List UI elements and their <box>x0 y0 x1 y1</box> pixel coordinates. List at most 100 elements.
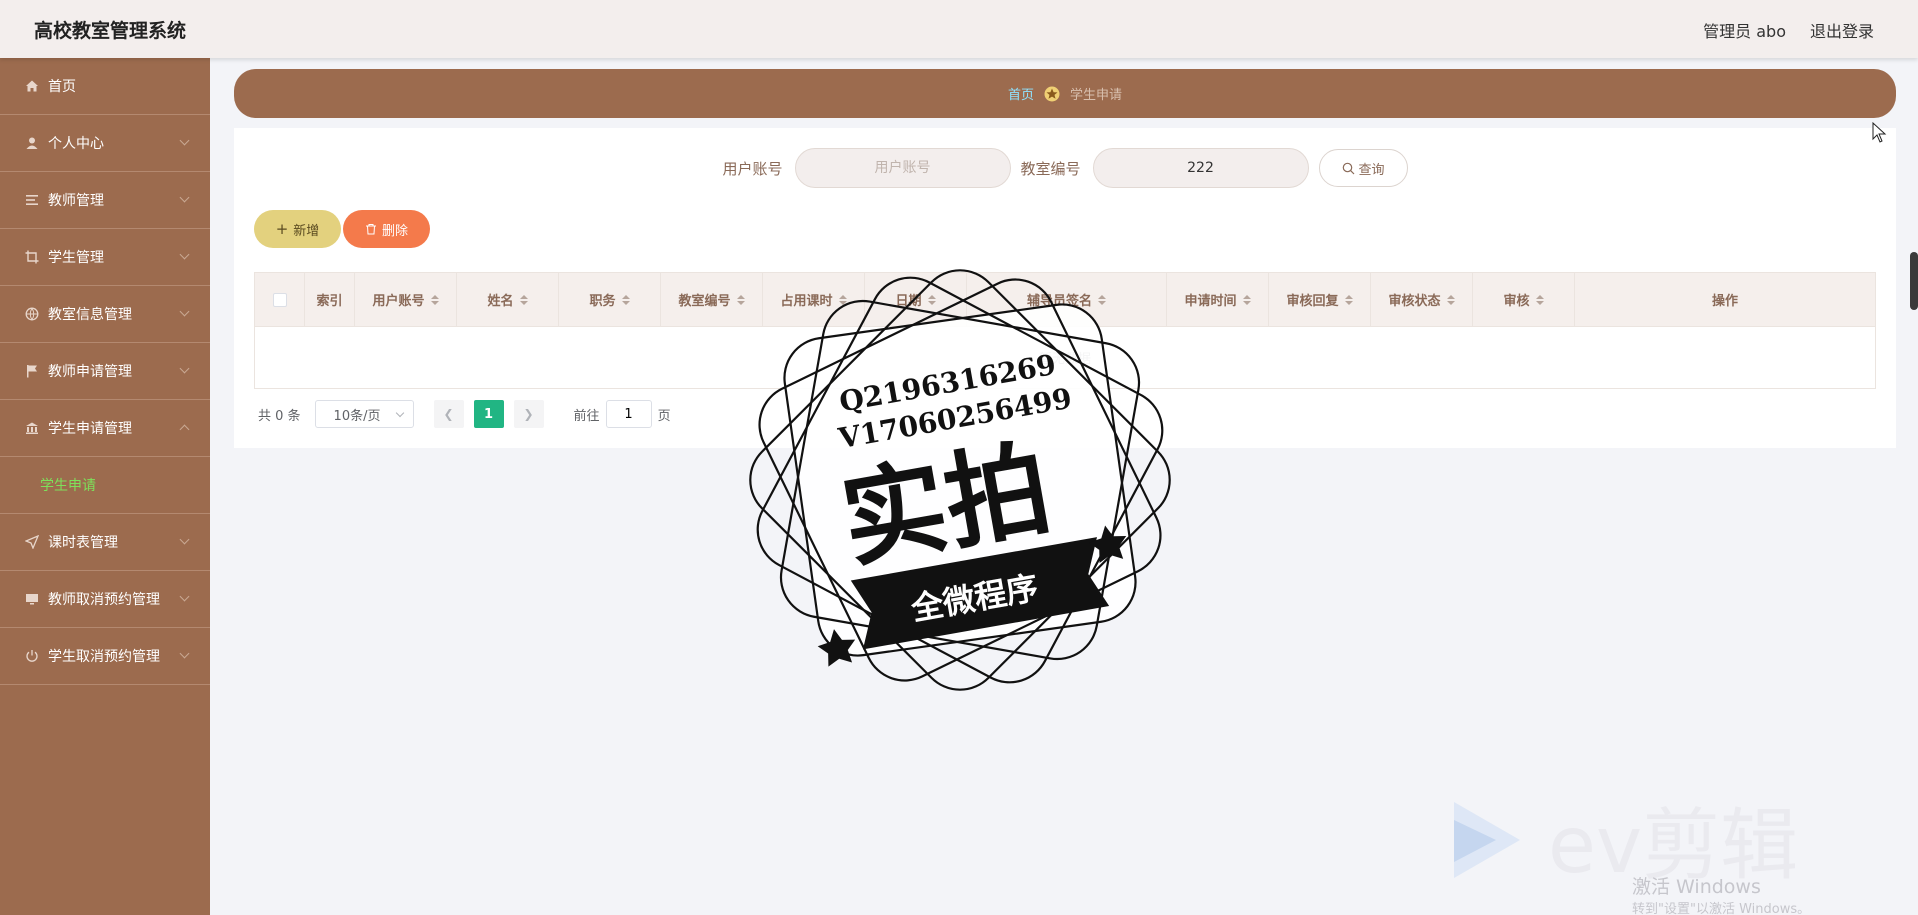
sidebar-item-label: 学生取消预约管理 <box>48 649 160 665</box>
top-header: 高校教室管理系统 管理员 abo 退出登录 <box>0 0 1918 58</box>
scrollbar-thumb[interactable] <box>1910 252 1918 310</box>
sidebar-item-label: 教师管理 <box>48 193 104 209</box>
chevron-down-icon <box>179 648 190 659</box>
chevron-down-icon <box>179 249 190 260</box>
sidebar-item-label: 个人中心 <box>48 136 104 152</box>
sidebar-item-student-application[interactable]: 学生申请管理 <box>0 400 210 457</box>
data-table: 索引 用户账号 姓名 职务 教室编号 占用课时 日期 辅导员签名 申请时间 审核… <box>254 272 1876 389</box>
chevron-up-icon <box>179 424 190 435</box>
sidebar-item-classroom-info[interactable]: 教室信息管理 <box>0 286 210 343</box>
chevron-down-icon <box>395 408 404 418</box>
user-icon <box>24 135 40 151</box>
sort-icon[interactable] <box>1098 294 1106 305</box>
sidebar-item-label: 学生申请管理 <box>48 421 132 437</box>
send-icon <box>24 534 40 550</box>
sort-icon[interactable] <box>1242 294 1251 305</box>
goto-page-input[interactable] <box>605 400 652 428</box>
breadcrumb-home[interactable]: 首页 <box>1008 84 1034 103</box>
sidebar-item-timetable[interactable]: 课时表管理 <box>0 514 210 571</box>
column-header[interactable]: 审核回复 <box>1269 272 1371 327</box>
column-header: 索引 <box>305 272 355 327</box>
room-label: 教室编号 <box>1020 159 1081 178</box>
star-icon <box>1044 86 1060 101</box>
sort-icon[interactable] <box>1446 294 1455 305</box>
current-page[interactable]: 1 <box>473 400 504 428</box>
add-label: 新增 <box>293 223 320 239</box>
app-title: 高校教室管理系统 <box>34 20 187 42</box>
sidebar-item-label: 教室信息管理 <box>48 307 132 323</box>
plus-icon: + <box>275 220 289 238</box>
globe-icon <box>24 306 40 322</box>
room-input[interactable] <box>1092 148 1309 188</box>
column-header[interactable]: 用户账号 <box>355 272 457 327</box>
chevron-down-icon <box>179 534 190 545</box>
delete-button[interactable]: 删除 <box>343 210 430 248</box>
add-button[interactable]: + 新增 <box>254 210 341 248</box>
column-header[interactable]: 教室编号 <box>661 272 763 327</box>
breadcrumb-current: 学生申请 <box>1070 88 1123 103</box>
sort-icon[interactable] <box>838 294 847 305</box>
sort-icon[interactable] <box>736 294 745 305</box>
chevron-down-icon <box>179 591 190 602</box>
bank-icon <box>24 420 40 436</box>
page-size-select[interactable]: 10条/页 <box>314 400 414 428</box>
sidebar-item-teacher-cancel[interactable]: 教师取消预约管理 <box>0 571 210 628</box>
sidebar-item-student-management[interactable]: 学生管理 <box>0 229 210 286</box>
sort-icon[interactable] <box>1344 294 1353 305</box>
sidebar-item-teacher-application[interactable]: 教师申请管理 <box>0 343 210 400</box>
empty-state: 暂无数据 <box>1038 352 1091 367</box>
flag-icon <box>24 363 40 379</box>
chevron-down-icon <box>179 306 190 317</box>
prev-page-button[interactable]: ❮ <box>433 400 464 428</box>
sort-icon[interactable] <box>927 294 936 305</box>
monitor-icon <box>24 591 40 607</box>
total-count: 共 0 条 <box>258 408 301 424</box>
sort-icon[interactable] <box>519 294 528 305</box>
stamp-main: 实拍 <box>833 427 1059 583</box>
page-size-value: 10条/页 <box>333 408 381 424</box>
sidebar-item-home[interactable]: 首页 <box>0 58 210 115</box>
column-header[interactable]: 审核状态 <box>1371 272 1473 327</box>
column-header[interactable]: 申请时间 <box>1167 272 1269 327</box>
column-header[interactable]: 姓名 <box>457 272 559 327</box>
sidebar-item-student-cancel[interactable]: 学生取消预约管理 <box>0 628 210 685</box>
goto-label: 前往 <box>573 408 600 424</box>
sidebar-item-label: 首页 <box>48 79 76 95</box>
sidebar-subitem-student-application[interactable]: 学生申请 <box>0 457 210 514</box>
column-header[interactable]: 占用课时 <box>763 272 865 327</box>
sort-icon[interactable] <box>1535 294 1544 305</box>
query-label: 查询 <box>1358 162 1385 178</box>
mouse-cursor-icon <box>1872 122 1887 143</box>
home-icon <box>24 78 40 94</box>
content-panel: 用户账号 教室编号 查询 + 新增 删除 索引 用户账号 姓名 职务 教室编号 … <box>234 128 1896 448</box>
select-all-checkbox[interactable] <box>272 292 287 307</box>
sort-icon[interactable] <box>621 294 630 305</box>
activate-windows-title: 激活 Windows <box>1632 876 1761 898</box>
sort-icon[interactable] <box>430 294 439 305</box>
trash-icon <box>365 224 376 235</box>
power-icon <box>24 648 40 664</box>
account-label: 用户账号 <box>722 159 783 178</box>
sidebar-item-label: 教师申请管理 <box>48 364 132 380</box>
account-input[interactable] <box>794 148 1011 188</box>
chevron-down-icon <box>179 192 190 203</box>
sidebar-item-teacher-management[interactable]: 教师管理 <box>0 172 210 229</box>
sidebar-item-label: 教师取消预约管理 <box>48 592 160 608</box>
column-header[interactable]: 职务 <box>559 272 661 327</box>
table-header: 索引 用户账号 姓名 职务 教室编号 占用课时 日期 辅导员签名 申请时间 审核… <box>255 272 1875 327</box>
column-header: 操作 <box>1711 294 1738 309</box>
action-buttons: + 新增 删除 <box>254 210 430 248</box>
next-page-button[interactable]: ❯ <box>513 400 544 428</box>
column-header[interactable]: 审核 <box>1473 272 1575 327</box>
page-suffix: 页 <box>657 408 671 424</box>
logout-link[interactable]: 退出登录 <box>1810 18 1874 42</box>
admin-label: 管理员 abo <box>1703 22 1786 41</box>
breadcrumb: 首页 学生申请 <box>234 69 1896 118</box>
column-header[interactable]: 日期 <box>865 272 967 327</box>
crop-icon <box>24 249 40 265</box>
query-button[interactable]: 查询 <box>1318 149 1408 187</box>
sidebar-item-label: 课时表管理 <box>48 535 118 551</box>
sidebar-item-personal-center[interactable]: 个人中心 <box>0 115 210 172</box>
select-all-cell <box>255 272 305 327</box>
column-header[interactable]: 辅导员签名 <box>967 272 1167 327</box>
